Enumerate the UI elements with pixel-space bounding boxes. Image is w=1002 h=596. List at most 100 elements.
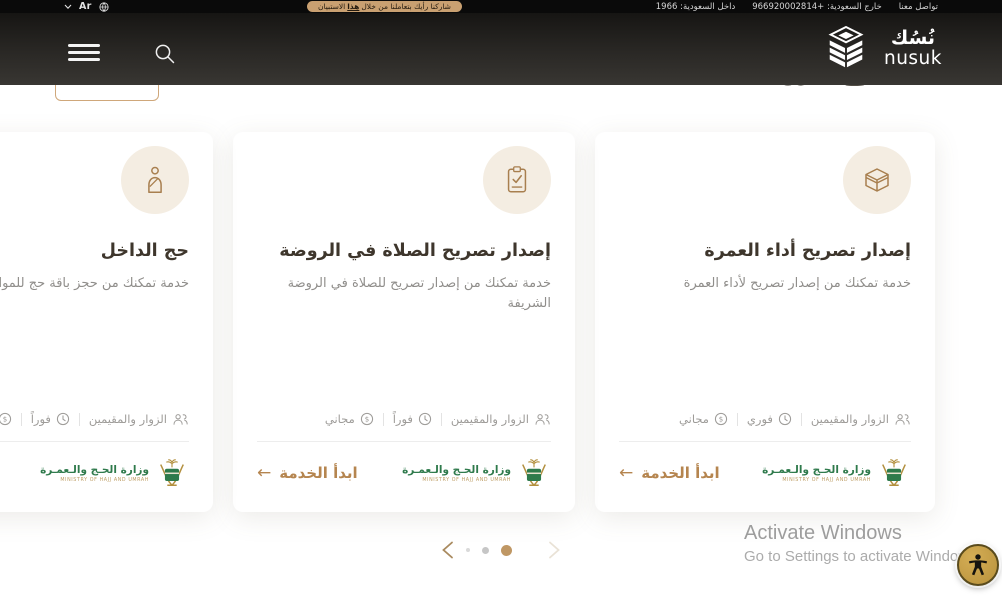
main-navbar: نُسُك nusuk [0, 13, 1002, 85]
ministry-name: وزارة الحـج والـعمـرة MINISTRY OF HAJJ A… [40, 464, 149, 483]
ministry-name-arabic: وزارة الحـج والـعمـرة [762, 464, 871, 476]
currency-circle-icon: $ [0, 412, 12, 426]
ministry-name-english: MINISTRY OF HAJJ AND UMRAH [60, 478, 149, 483]
card-divider [619, 441, 911, 442]
service-icon-circle [483, 146, 551, 214]
service-description: خدمة تمكنك من إصدار تصريح لأداء العمرة [619, 274, 911, 294]
meta-separator [801, 413, 802, 426]
service-icon-circle [843, 146, 911, 214]
speed-label: فوراً [31, 412, 51, 426]
currency-circle-icon: $ [714, 412, 728, 426]
start-service-label: ابدأ الخدمة [641, 464, 719, 482]
users-icon [894, 413, 911, 426]
nusuk-services-page: { "topbar": { "language_label": "Ar", "s… [0, 0, 1002, 596]
ministry-name: وزارة الحـج والـعمـرة MINISTRY OF HAJJ A… [762, 464, 871, 483]
phone-inside-saudi: داخل السعودية: 1966 [656, 2, 735, 12]
watermark-line1: Activate Windows [744, 522, 977, 545]
clock-icon [418, 412, 432, 426]
service-icon-circle [121, 146, 189, 214]
ministry-emblem-icon [155, 457, 189, 489]
card-footer: وزارة الحـج والـعمـرة MINISTRY OF HAJJ A… [0, 450, 189, 496]
search-icon[interactable] [154, 43, 176, 65]
card-footer: وزارة الحـج والـعمـرة MINISTRY OF HAJJ A… [257, 450, 551, 496]
card-divider [257, 441, 551, 442]
carousel-next-icon[interactable] [548, 541, 561, 559]
menu-icon[interactable] [68, 44, 100, 61]
ministry-logo: وزارة الحـج والـعمـرة MINISTRY OF HAJJ A… [40, 457, 189, 489]
meta-separator [21, 413, 22, 426]
nusuk-logo[interactable]: نُسُك nusuk [817, 26, 942, 72]
ministry-emblem-icon [517, 457, 551, 489]
cost-label: مجاني [325, 412, 355, 426]
audience-meta: الزوار والمقيمين [89, 412, 189, 426]
services-carousel: إصدار تصريح أداء العمرة خدمة تمكنك من إص… [0, 132, 1002, 512]
users-icon [172, 413, 189, 426]
start-service-label: ابدأ الخدمة [279, 464, 357, 482]
survey-text-suffix: الاستبيان [318, 2, 345, 11]
users-icon [534, 413, 551, 426]
carousel-dot-2[interactable] [482, 547, 489, 554]
svg-text:$: $ [365, 416, 369, 424]
carousel-prev-icon[interactable] [441, 541, 454, 559]
carousel-dot-3-active[interactable] [501, 545, 512, 556]
service-title: إصدار تصريح أداء العمرة [619, 241, 911, 261]
ministry-name-english: MINISTRY OF HAJJ AND UMRAH [422, 478, 511, 483]
svg-text:$: $ [3, 416, 7, 424]
clipboard-check-icon [502, 164, 532, 196]
svg-text:$: $ [719, 416, 723, 424]
speed-label: فوري [747, 412, 773, 426]
survey-link[interactable]: هذا [347, 2, 359, 11]
logo-latin-name: nusuk [884, 50, 942, 69]
audience-label: الزوار والمقيمين [811, 412, 889, 426]
ministry-name: وزارة الحـج والـعمـرة MINISTRY OF HAJJ A… [402, 464, 511, 483]
service-meta: الزوار والمقيمين فوري $ مجاني [619, 412, 911, 426]
meta-separator [79, 413, 80, 426]
top-utility-bar: Ar شاركنا رأيك بتعاملنا من خلال هذا الاس… [0, 0, 1002, 13]
service-description: خدمة تمكنك من حجز باقة حج للمواطنين والم… [0, 274, 189, 294]
accessibility-widget-button[interactable] [957, 544, 999, 586]
audience-meta: الزوار والمقيمين [451, 412, 551, 426]
language-selector[interactable]: Ar [64, 0, 109, 13]
service-description: خدمة تمكنك من إصدار تصريح للصلاة في الرو… [257, 274, 551, 313]
card-divider [0, 441, 189, 442]
arrow-left-icon: ← [619, 463, 633, 483]
audience-label: الزوار والمقيمين [451, 412, 529, 426]
watermark-line2: Go to Settings to activate Windows [744, 548, 977, 565]
nusuk-logo-text: نُسُك nusuk [884, 29, 942, 69]
meta-separator [383, 413, 384, 426]
survey-text-prefix: شاركنا رأيك بتعاملنا من خلال [361, 2, 451, 11]
service-card-domestic-hajj[interactable]: حج الداخل خدمة تمكنك من حجز باقة حج للمو… [0, 132, 213, 512]
ministry-emblem-icon [877, 457, 911, 489]
pilgrim-icon [140, 164, 170, 196]
logo-arabic-name: نُسُك [891, 29, 935, 48]
currency-circle-icon: $ [360, 412, 374, 426]
service-card-rawdah-permit[interactable]: إصدار تصريح الصلاة في الروضة خدمة تمكنك … [233, 132, 575, 512]
speed-meta: فوري [747, 412, 792, 426]
cost-meta: $ مدفوع [0, 412, 12, 426]
service-title: حج الداخل [0, 241, 189, 261]
service-meta: الزوار والمقيمين فوراً $ مجاني [257, 412, 551, 426]
ministry-name-arabic: وزارة الحـج والـعمـرة [40, 464, 149, 476]
service-card-umrah-permit[interactable]: إصدار تصريح أداء العمرة خدمة تمكنك من إص… [595, 132, 935, 512]
contact-us-link[interactable]: تواصل معنا [899, 2, 938, 12]
accessibility-person-icon [965, 552, 991, 578]
clock-icon [56, 412, 70, 426]
ministry-logo: وزارة الحـج والـعمـرة MINISTRY OF HAJJ A… [762, 457, 911, 489]
globe-icon [99, 2, 109, 12]
ministry-name-arabic: وزارة الحـج والـعمـرة [402, 464, 511, 476]
meta-separator [441, 413, 442, 426]
speed-meta: فوراً [31, 412, 70, 426]
ministry-logo: وزارة الحـج والـعمـرة MINISTRY OF HAJJ A… [402, 457, 551, 489]
ministry-name-english: MINISTRY OF HAJJ AND UMRAH [782, 478, 871, 483]
start-service-button[interactable]: ابدأ الخدمة ← [257, 463, 358, 483]
card-footer: وزارة الحـج والـعمـرة MINISTRY OF HAJJ A… [619, 450, 911, 496]
carousel-dot-1[interactable] [466, 548, 470, 552]
speed-meta: فوراً [393, 412, 432, 426]
cost-label: مجاني [679, 412, 709, 426]
start-service-button[interactable]: ابدأ الخدمة ← [619, 463, 720, 483]
survey-banner[interactable]: شاركنا رأيك بتعاملنا من خلال هذا الاستبي… [307, 1, 462, 12]
service-title: إصدار تصريح الصلاة في الروضة [257, 241, 551, 261]
phone-outside-saudi: خارج السعودية: +966920002814 [752, 2, 881, 12]
topbar-contact-info: تواصل معنا خارج السعودية: +966920002814 … [656, 0, 938, 13]
meta-separator [737, 413, 738, 426]
